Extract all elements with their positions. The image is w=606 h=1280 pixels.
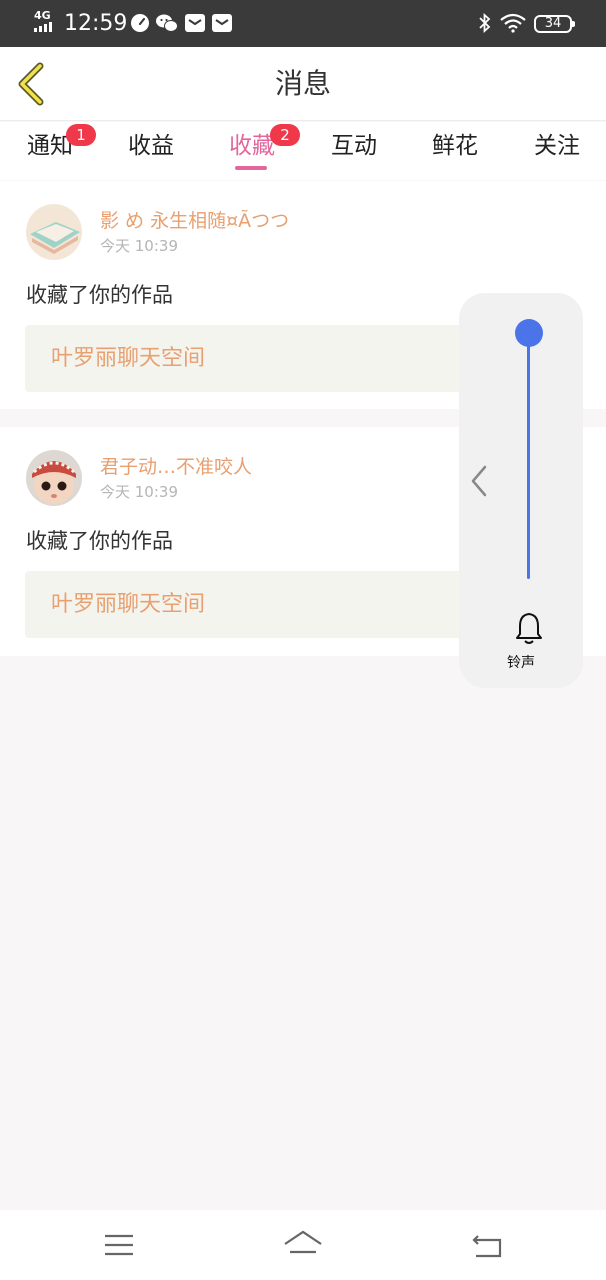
back-icon[interactable] xyxy=(466,1228,510,1262)
tab-label: 鲜花 xyxy=(432,133,478,159)
volume-panel: 铃声 xyxy=(459,293,583,688)
tab-label: 互动 xyxy=(331,133,377,159)
system-nav-bar xyxy=(0,1210,606,1280)
username[interactable]: 君子动…不准咬人 xyxy=(100,455,252,479)
mail-icon xyxy=(185,14,205,32)
work-title: 叶罗丽聊天空间 xyxy=(51,592,206,617)
tab-badge: 2 xyxy=(270,124,300,146)
tab-flowers[interactable]: 鲜花 xyxy=(405,130,505,162)
chevron-left-icon[interactable] xyxy=(469,461,489,501)
bell-icon[interactable] xyxy=(515,611,543,645)
wifi-icon xyxy=(500,13,526,33)
wechat-icon xyxy=(156,14,178,32)
username[interactable]: 影 め 永生相随¤Ãつつ xyxy=(100,209,289,233)
tab-active-indicator xyxy=(235,166,267,170)
speed-icon xyxy=(131,14,149,32)
message-time: 今天 10:39 xyxy=(100,237,178,255)
tab-badge: 1 xyxy=(66,124,96,146)
tab-interaction[interactable]: 互动 xyxy=(304,130,404,162)
message-time: 今天 10:39 xyxy=(100,483,178,501)
avatar[interactable] xyxy=(26,204,82,260)
tab-following[interactable]: 关注 xyxy=(507,130,606,162)
status-time: 12:59 xyxy=(64,11,128,36)
home-icon[interactable] xyxy=(281,1228,325,1262)
tab-bar: 通知 1 收益 收藏 2 互动 鲜花 关注 xyxy=(0,122,606,180)
bluetooth-icon xyxy=(479,13,491,33)
volume-slider-handle[interactable] xyxy=(515,319,543,347)
tab-label: 收藏 xyxy=(229,133,275,159)
volume-label: 铃声 xyxy=(507,655,535,671)
volume-slider-track[interactable] xyxy=(527,333,530,579)
message-action: 收藏了你的作品 xyxy=(26,529,173,553)
tab-notifications[interactable]: 通知 1 xyxy=(0,124,100,162)
tab-favorites[interactable]: 收藏 2 xyxy=(202,124,302,162)
avatar[interactable] xyxy=(26,450,82,506)
network-type: 4G xyxy=(34,9,51,22)
status-bar: 4G 12:59 34 xyxy=(0,0,606,47)
tab-label: 收益 xyxy=(128,133,174,159)
battery-icon: 34 xyxy=(534,15,575,33)
message-action: 收藏了你的作品 xyxy=(26,283,173,307)
mail-icon xyxy=(212,14,232,32)
page-title: 消息 xyxy=(274,67,331,100)
header: 消息 xyxy=(0,47,606,121)
menu-icon[interactable] xyxy=(97,1228,141,1262)
signal-icon xyxy=(34,22,58,32)
tab-earnings[interactable]: 收益 xyxy=(101,130,201,162)
work-title: 叶罗丽聊天空间 xyxy=(51,346,206,371)
tab-label: 关注 xyxy=(534,133,580,159)
